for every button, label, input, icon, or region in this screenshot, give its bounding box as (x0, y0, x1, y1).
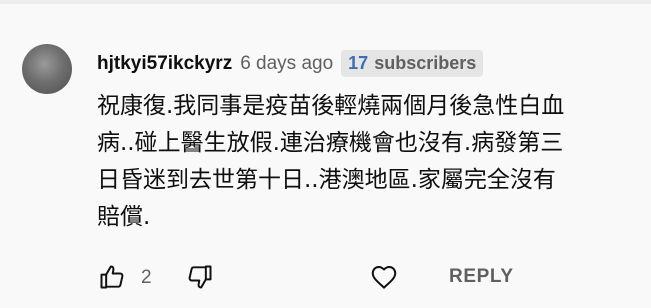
comment-text: 祝康復.我同事是疫苗後輕燒兩個月後急性白血 病..碰上醫生放假.連治療機會也沒有… (97, 88, 637, 236)
subscriber-count: 17 (348, 53, 369, 73)
thumbs-down-icon (188, 265, 212, 289)
comment-header: hjtkyi57ikckyrz 6 days ago 17 subscriber… (97, 50, 484, 77)
comment-line: 祝康復.我同事是疫苗後輕燒兩個月後急性白血 (97, 93, 565, 119)
author-name[interactable]: hjtkyi57ikckyrz (97, 53, 232, 75)
comment-actions: 2 REPLY (97, 262, 637, 298)
comment: hjtkyi57ikckyrz 6 days ago 17 subscriber… (0, 0, 651, 308)
comment-time[interactable]: 6 days ago (240, 53, 333, 75)
subscriber-label: subscribers (374, 53, 477, 73)
comment-line: 病..碰上醫生放假.連治療機會也沒有.病發第三 (97, 130, 564, 156)
like-button[interactable] (97, 262, 127, 292)
subscriber-badge: 17 subscribers (341, 50, 484, 77)
comment-line: 日昏迷到去世第十日..港澳地區.家屬完全沒有 (97, 167, 556, 193)
comment-line: 賠償. (97, 204, 151, 230)
avatar[interactable] (22, 44, 72, 94)
reply-button[interactable]: REPLY (449, 266, 514, 288)
like-count: 2 (141, 267, 152, 288)
dislike-button[interactable] (185, 262, 215, 292)
heart-icon (371, 266, 397, 289)
heart-button[interactable] (369, 262, 399, 292)
thumbs-up-icon (100, 265, 124, 289)
